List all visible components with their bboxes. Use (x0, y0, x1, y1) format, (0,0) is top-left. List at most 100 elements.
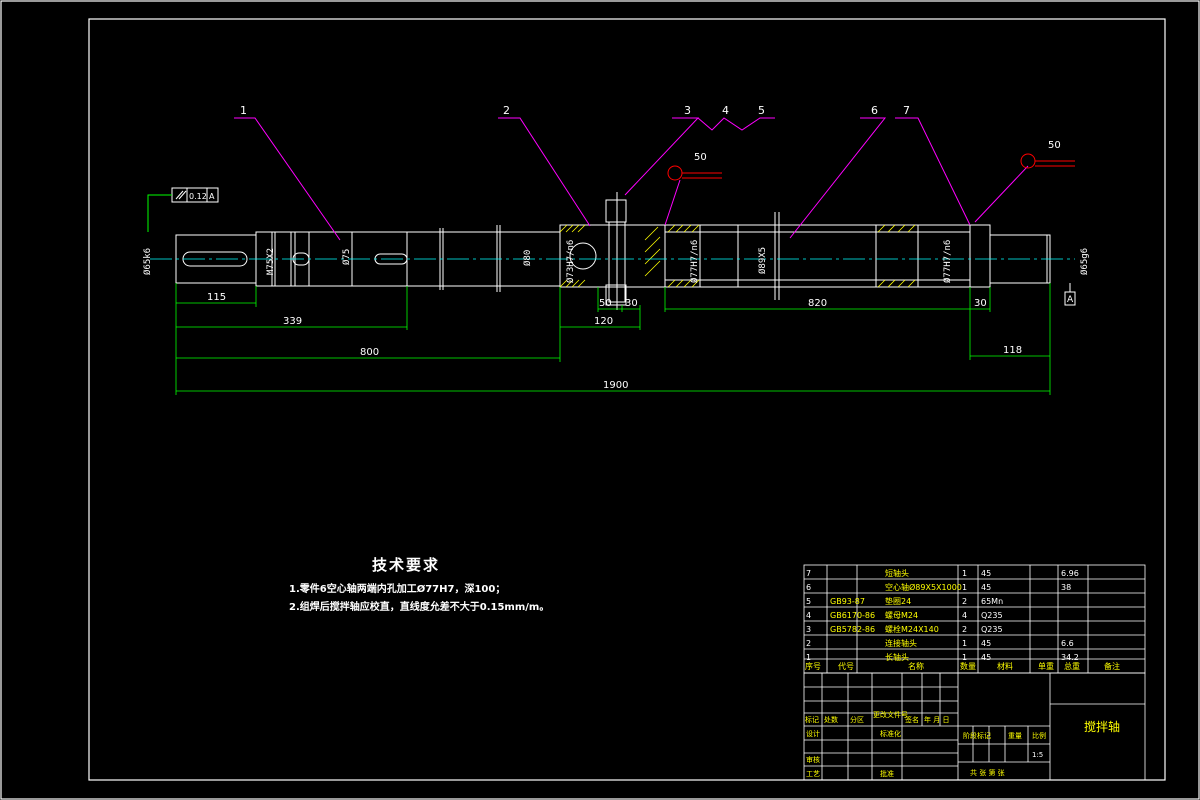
rev-mark: 标记 (805, 715, 819, 724)
dimension-lines (175, 283, 1051, 395)
parts-cell-total_wt: 6.6 (1061, 639, 1074, 648)
tech-requirements-title: 技术要求 (372, 556, 441, 574)
parts-cell-qty: 2 (962, 597, 967, 606)
tb-weight: 重量 (1008, 732, 1022, 740)
part-no-5: 5 (758, 104, 765, 117)
parts-header-cell: 总重 (1064, 661, 1080, 671)
dia-73h7: Ø73H7/n6 (565, 240, 576, 283)
parts-cell-qty: 1 (962, 583, 967, 592)
diameter-labels: Ø65k6 M75X2 Ø75 Ø80 Ø73H7/n6 Ø77H7/n6 Ø8… (142, 240, 1090, 283)
tb-sheets: 共 张 第 张 (970, 768, 1005, 777)
parts-header-cell: 名称 (908, 661, 924, 671)
dim-30-left: 30 (625, 298, 638, 309)
tb-scale: 比例 (1032, 731, 1046, 740)
parts-cell-material: 45 (981, 653, 991, 662)
parts-cell-material: Q235 (981, 625, 1003, 634)
parts-cell-code: GB5782-86 (830, 625, 875, 634)
tb-scale-value: 1:5 (1032, 751, 1043, 759)
roughness-symbols (667, 153, 1075, 181)
drawing-name: 搅拌轴 (1084, 719, 1120, 734)
tb-standard: 标准化 (880, 729, 901, 738)
tech-requirement-2: 2.组焊后搅拌轴应校直，直线度允差不大于0.15mm/m。 (289, 602, 550, 613)
parts-cell-name: 长轴头 (885, 652, 909, 662)
dia-77h7-left: Ø77H7/n6 (689, 240, 700, 283)
drawing-sheet: 1 2 3 4 5 6 7 50 50 0.12 A A Ø65k6 M75X2… (0, 0, 1200, 800)
parts-header-cell: 单重 (1038, 661, 1054, 671)
dim-339: 339 (283, 316, 302, 327)
part-no-4: 4 (722, 104, 729, 117)
parts-header-cell: 数量 (960, 661, 976, 671)
parts-cell-material: 45 (981, 639, 991, 648)
part-no-7: 7 (903, 104, 910, 117)
parts-cell-material: 45 (981, 569, 991, 578)
tb-stage: 阶段标记 (963, 731, 991, 740)
part-no-3: 3 (684, 104, 691, 117)
parts-cell-no: 1 (806, 653, 811, 662)
outer-frame (0, 0, 1200, 800)
parts-cell-code: GB6170-86 (830, 611, 875, 620)
dia-65k6: Ø65k6 (142, 248, 153, 275)
dimension-values: 115 339 800 120 50 30 820 30 118 1900 (207, 292, 1022, 391)
tech-requirement-1: 1.零件6空心轴两端内孔加工Ø77H7，深100； (289, 584, 506, 595)
parts-header-cell: 代号 (838, 661, 854, 671)
parts-cell-total_wt: 38 (1061, 583, 1071, 592)
parts-cell-qty: 4 (962, 611, 967, 620)
parts-cell-no: 5 (806, 597, 811, 606)
parts-cell-name: 螺母M24 (885, 610, 918, 620)
dim-1900: 1900 (603, 380, 628, 391)
dia-89x5: Ø89X5 (757, 247, 768, 274)
rev-zone: 分区 (850, 715, 864, 724)
parts-cell-total_wt: 34.2 (1061, 653, 1079, 662)
dim-50: 50 (599, 298, 612, 309)
part-no-6: 6 (871, 104, 878, 117)
dia-m75: M75X2 (266, 248, 276, 275)
roughness-values: 50 50 (694, 140, 1061, 163)
parts-cell-material: Q235 (981, 611, 1003, 620)
parts-header-cell: 备注 (1104, 661, 1120, 671)
datum-label: A (1067, 295, 1074, 305)
parts-cell-qty: 1 (962, 569, 967, 578)
dim-30-right: 30 (974, 298, 987, 309)
parts-cell-material: 65Mn (981, 597, 1003, 606)
parts-cell-code: GB93-87 (830, 597, 865, 606)
shaft-outline (175, 192, 1051, 310)
parts-cell-no: 4 (806, 611, 811, 620)
part-no-2: 2 (503, 104, 510, 117)
parts-cell-no: 6 (806, 583, 811, 592)
rev-sign: 签名 (905, 715, 919, 724)
parts-cell-name: 螺栓M24X140 (885, 624, 939, 634)
flatness-value: 0.12 (189, 192, 207, 201)
parts-cell-total_wt: 6.96 (1061, 569, 1079, 578)
dia-65g6: Ø65g6 (1079, 248, 1090, 275)
roughness-value-2: 50 (1048, 140, 1061, 151)
parts-cell-no: 3 (806, 625, 811, 634)
parts-cell-qty: 1 (962, 653, 967, 662)
parts-cell-qty: 1 (962, 639, 967, 648)
dia-80: Ø80 (522, 250, 533, 266)
dim-118: 118 (1003, 345, 1022, 356)
parts-cell-name: 短轴头 (885, 568, 909, 578)
rev-docno: 更改文件号 (873, 710, 908, 719)
roughness-value-1: 50 (694, 152, 707, 163)
parts-cell-material: 45 (981, 583, 991, 592)
dim-820: 820 (808, 298, 827, 309)
tb-review: 审核 (806, 755, 820, 764)
tb-process: 工艺 (806, 770, 820, 778)
tb-design: 设计 (806, 729, 820, 738)
dia-77h7-right: Ø77H7/n6 (942, 240, 953, 283)
part-numbers: 1 2 3 4 5 6 7 (240, 104, 910, 117)
dia-75: Ø75 (341, 249, 352, 265)
dim-115: 115 (207, 292, 226, 303)
parts-cell-name: 垫圈24 (885, 596, 911, 606)
parts-cell-no: 2 (806, 639, 811, 648)
part-leaders (234, 117, 1029, 241)
flatness-datum: A (209, 192, 215, 201)
dim-800: 800 (360, 347, 379, 358)
tb-approve: 批准 (880, 769, 894, 778)
dim-120: 120 (594, 316, 613, 327)
rev-count: 处数 (824, 715, 838, 724)
parts-cell-qty: 2 (962, 625, 967, 634)
parts-cell-name: 连接轴头 (885, 638, 917, 648)
parts-table-text: 7 短轴头 1 45 6.966 空心轴Ø89X5X1000 1 45 385 GB93-87 垫圈… (805, 568, 1120, 671)
parts-cell-no: 7 (806, 569, 811, 578)
